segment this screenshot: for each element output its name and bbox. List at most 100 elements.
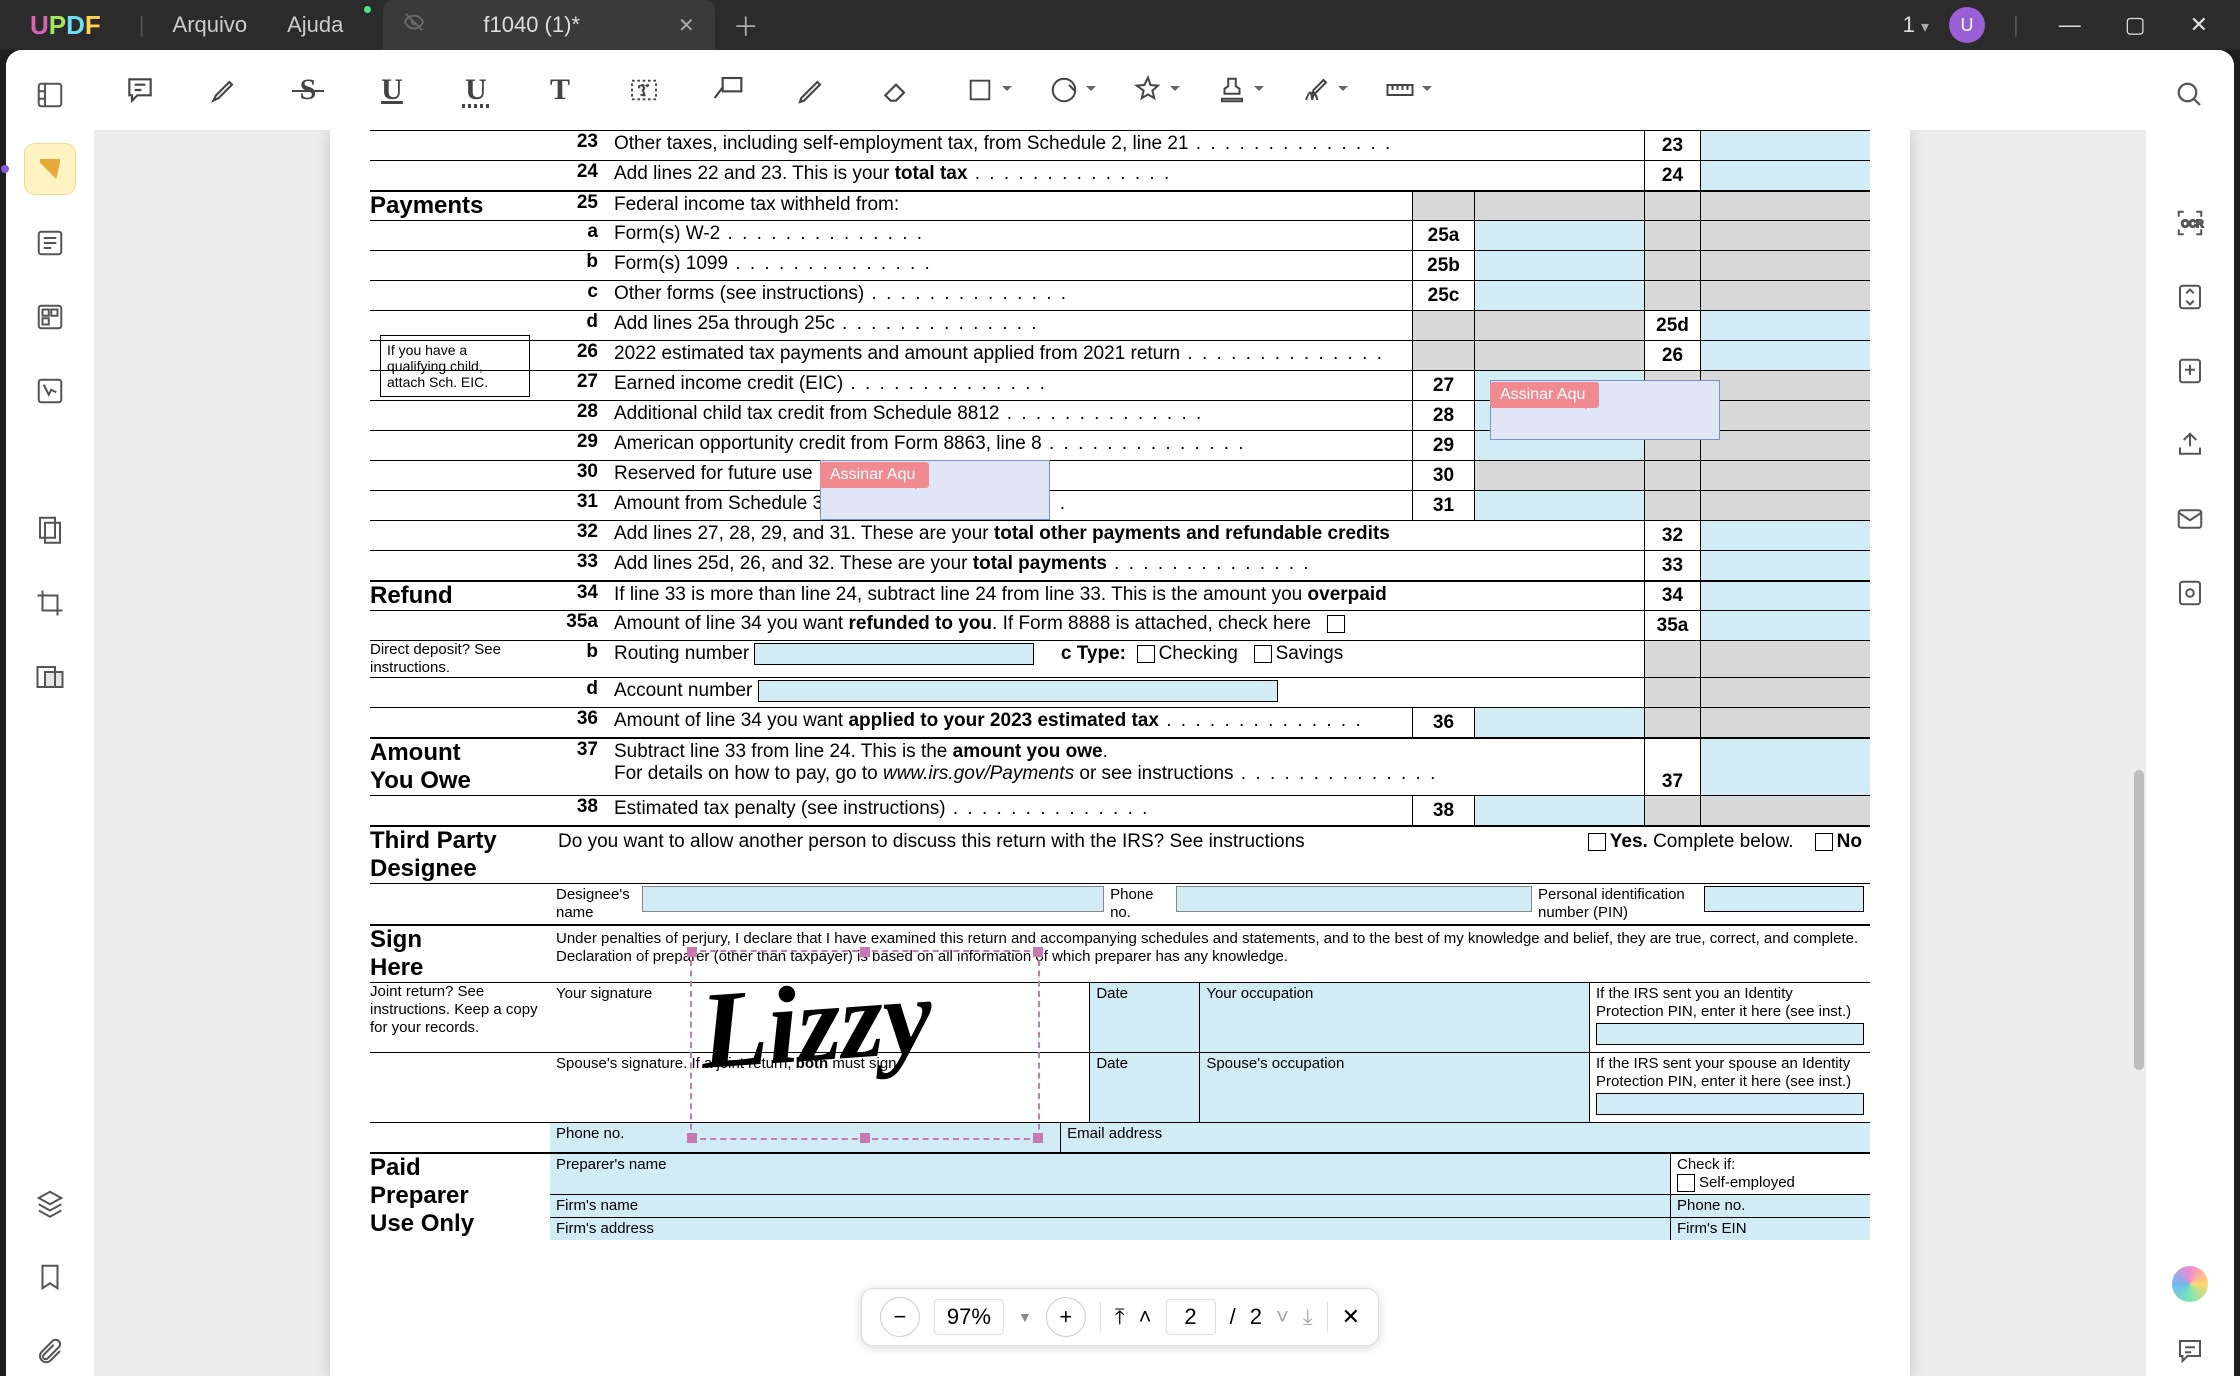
zoom-dropdown-icon[interactable]: ▼ (1018, 1309, 1032, 1325)
minimize-button[interactable]: — (2047, 12, 2093, 38)
organize-pages-icon[interactable] (25, 504, 75, 554)
amount-field[interactable] (1474, 491, 1644, 520)
ip-pin-field[interactable] (1596, 1023, 1864, 1045)
checkbox-no[interactable] (1815, 833, 1833, 851)
note-tool-icon[interactable] (112, 62, 168, 118)
pdf-page: 23 Other taxes, including self-employmen… (330, 130, 1910, 1376)
layers-icon[interactable] (25, 1178, 75, 1228)
zoom-percent[interactable]: 97% (934, 1299, 1004, 1335)
form-fill-icon[interactable] (25, 366, 75, 416)
amount-field[interactable] (1474, 708, 1644, 737)
eraser-tool-icon[interactable] (868, 62, 924, 118)
text-tool-icon[interactable]: T (532, 62, 588, 118)
checkbox-checking[interactable] (1137, 645, 1155, 663)
share-icon[interactable] (2165, 420, 2215, 470)
checkbox-savings[interactable] (1254, 645, 1272, 663)
crop-icon[interactable] (25, 578, 75, 628)
document-tab[interactable]: f1040 (1)* ✕ (383, 0, 714, 50)
textbox-tool-icon[interactable]: T (616, 62, 672, 118)
scrollbar-thumb[interactable] (2134, 770, 2144, 1070)
thumbnails-icon[interactable] (25, 70, 75, 120)
underline-tool-icon[interactable]: U (364, 62, 420, 118)
amount-field[interactable] (1700, 161, 1870, 190)
callout-tool-icon[interactable] (700, 62, 756, 118)
signature-graphic[interactable]: Lizzy (696, 952, 936, 1095)
line-desc: 2022 estimated tax payments and amount a… (608, 341, 1412, 370)
bookmark-icon[interactable] (25, 1252, 75, 1302)
convert-icon[interactable] (2165, 272, 2215, 322)
pencil-tool-icon[interactable] (784, 62, 840, 118)
cell (1412, 311, 1474, 340)
signature-tool-icon[interactable] (1288, 62, 1344, 118)
amount-field[interactable] (1474, 251, 1644, 280)
zoom-out-button[interactable]: − (880, 1297, 920, 1337)
close-button[interactable]: ✕ (2178, 12, 2220, 38)
email-icon[interactable] (2165, 494, 2215, 544)
sticker-tool-icon[interactable] (1036, 62, 1092, 118)
checkbox-self-employed[interactable] (1677, 1174, 1695, 1192)
menu-help[interactable]: Ajuda (267, 12, 363, 38)
highlighter-tool-icon[interactable] (196, 62, 252, 118)
amount-field[interactable] (1700, 131, 1870, 160)
stamp2-tool-icon[interactable] (1204, 62, 1260, 118)
shape-tool-icon[interactable] (952, 62, 1008, 118)
next-page-button[interactable]: ˅ (1276, 1304, 1289, 1330)
menu-file[interactable]: Arquivo (153, 12, 268, 38)
protect-icon[interactable] (2165, 568, 2215, 618)
close-zoombar-button[interactable]: ✕ (1342, 1304, 1360, 1330)
stamp-tool-icon[interactable] (1120, 62, 1176, 118)
squiggly-tool-icon[interactable]: U (448, 62, 504, 118)
sign-here-tag[interactable]: Assinar Aqui (820, 462, 929, 488)
ai-assistant-icon[interactable] (2172, 1266, 2208, 1302)
account-number-field[interactable] (758, 680, 1278, 702)
line-end-label: 25d (1644, 311, 1700, 340)
maximize-button[interactable]: ▢ (2113, 12, 2158, 38)
mid-label: 38 (1412, 796, 1474, 825)
attachment-icon[interactable] (25, 1326, 75, 1376)
cell (1644, 461, 1700, 490)
amount-field[interactable] (1700, 582, 1870, 610)
ocr-icon[interactable]: OCR (2165, 198, 2215, 248)
strikethrough-tool-icon[interactable]: S (280, 62, 336, 118)
tab-close-button[interactable]: ✕ (678, 13, 695, 38)
measure-tool-icon[interactable] (1372, 62, 1428, 118)
first-page-button[interactable]: ⤒ (1115, 1304, 1125, 1330)
designee-phone-field[interactable] (1176, 886, 1532, 912)
edit-text-icon[interactable] (25, 218, 75, 268)
cell (1700, 371, 1870, 400)
checkbox-8888[interactable] (1327, 615, 1345, 633)
amount-field[interactable] (1474, 281, 1644, 310)
amount-field[interactable] (1474, 796, 1644, 825)
page-tools-icon[interactable] (25, 292, 75, 342)
page-input[interactable]: 2 (1165, 1299, 1215, 1335)
amount-field[interactable] (1700, 341, 1870, 370)
comment-tool-icon[interactable] (25, 144, 75, 194)
search-icon[interactable] (2165, 70, 2215, 120)
zoom-in-button[interactable]: + (1046, 1297, 1086, 1337)
line-number: 35a (550, 611, 608, 640)
page-dropdown[interactable]: 1 ▾ (1903, 12, 1929, 38)
spouse-ip-pin-field[interactable] (1596, 1093, 1864, 1115)
amount-field[interactable] (1474, 221, 1644, 250)
checkbox-yes[interactable] (1588, 833, 1606, 851)
amount-field[interactable] (1700, 739, 1870, 795)
document-viewport[interactable]: 23 Other taxes, including self-employmen… (94, 130, 2146, 1376)
user-avatar[interactable]: U (1949, 7, 1985, 43)
comments-panel-icon[interactable] (2165, 1326, 2215, 1376)
designee-pin-field[interactable] (1704, 886, 1864, 912)
amount-field[interactable] (1700, 551, 1870, 580)
amount-field[interactable] (1700, 521, 1870, 550)
redact-icon[interactable] (25, 652, 75, 702)
compress-icon[interactable] (2165, 346, 2215, 396)
routing-number-field[interactable] (754, 643, 1034, 665)
sign-here-tag[interactable]: Assinar Aqui (1490, 382, 1599, 408)
last-page-button[interactable]: ⤓ (1303, 1304, 1313, 1330)
mid-label: 25c (1412, 281, 1474, 310)
designee-name-field[interactable] (642, 886, 1104, 912)
cell (1700, 251, 1870, 280)
prev-page-button[interactable]: ˄ (1139, 1304, 1152, 1330)
amount-field[interactable] (1700, 611, 1870, 640)
amount-field[interactable] (1700, 311, 1870, 340)
section-heading-sign: SignHere (370, 926, 550, 982)
new-tab-button[interactable]: ＋ (715, 7, 777, 44)
